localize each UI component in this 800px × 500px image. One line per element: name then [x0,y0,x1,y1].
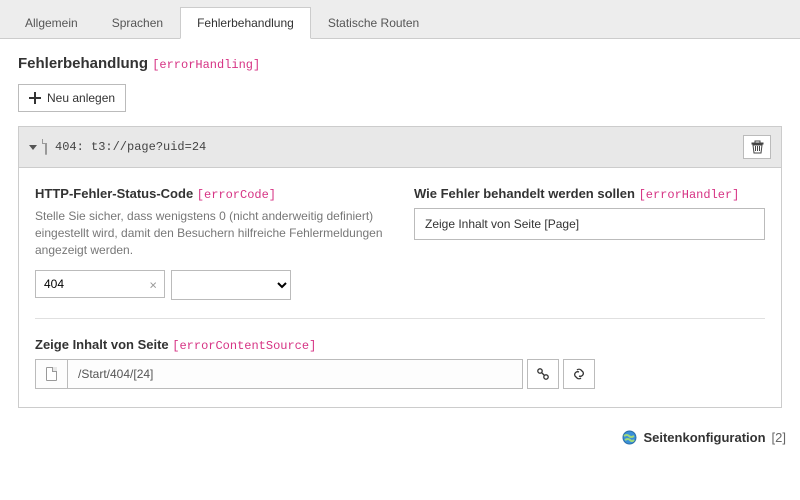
link-wizard-button[interactable] [527,359,559,389]
error-code-label-text: HTTP-Fehler-Status-Code [35,186,193,201]
error-handler-col: Wie Fehler behandelt werden sollen [erro… [414,186,765,300]
content-source-row [35,359,595,389]
tab-general[interactable]: Allgemein [8,7,95,39]
tab-languages[interactable]: Sprachen [95,7,180,39]
link-wizard-icon [536,367,550,381]
record-panel: 404: t3://page?uid=24 HTTP-Fehler-Status… [18,126,782,408]
error-handler-select[interactable]: Zeige Inhalt von Seite [Page] [414,208,765,240]
clear-input-icon[interactable]: × [149,278,157,293]
error-code-help: Stelle Sie sicher, dass wenigstens 0 (ni… [35,208,386,258]
error-code-col: HTTP-Fehler-Status-Code [errorCode] Stel… [35,186,386,300]
record-title: 404: t3://page?uid=24 [55,140,735,154]
section-title-tech: [errorHandling] [152,58,260,72]
error-handler-label-text: Wie Fehler behandelt werden sollen [414,186,635,201]
error-handler-value: Zeige Inhalt von Seite [Page] [425,217,579,231]
tab-static-routes[interactable]: Statische Routen [311,7,436,39]
plus-icon [29,92,41,104]
record-body: HTTP-Fehler-Status-Code [errorCode] Stel… [19,168,781,407]
error-handler-tech: [errorHandler] [639,188,740,202]
content-source-section: Zeige Inhalt von Seite [errorContentSour… [35,318,765,389]
content-source-type-icon-box [35,359,67,389]
footer: Seitenkonfiguration [2] [0,424,800,449]
tab-error-handling[interactable]: Fehlerbehandlung [180,7,311,39]
delete-button[interactable] [743,135,771,159]
section-title-text: Fehlerbehandlung [18,55,148,72]
link-button[interactable] [563,359,595,389]
error-handler-label: Wie Fehler behandelt werden sollen [erro… [414,186,765,202]
content-source-label: Zeige Inhalt von Seite [errorContentSour… [35,337,765,353]
error-code-tech: [errorCode] [197,188,276,202]
content-source-tech: [errorContentSource] [172,339,316,353]
globe-icon [622,430,637,445]
content-source-input[interactable] [67,359,523,389]
error-code-inputs: × [35,270,386,300]
trash-icon [751,140,764,154]
footer-count: [2] [772,430,786,445]
link-icon [572,367,586,381]
new-record-label: Neu anlegen [47,91,115,105]
section-title: Fehlerbehandlung [errorHandling] [18,55,782,72]
new-record-button[interactable]: Neu anlegen [18,84,126,112]
chevron-down-icon [29,145,37,150]
file-icon [46,367,57,381]
content-source-label-text: Zeige Inhalt von Seite [35,337,169,352]
fields-row: HTTP-Fehler-Status-Code [errorCode] Stel… [35,186,765,300]
error-code-input[interactable] [35,270,165,298]
tab-content: Fehlerbehandlung [errorHandling] Neu anl… [0,39,800,424]
error-code-input-wrap: × [35,270,165,300]
page-icon [45,140,47,154]
error-code-label: HTTP-Fehler-Status-Code [errorCode] [35,186,386,202]
tabs-bar: Allgemein Sprachen Fehlerbehandlung Stat… [0,0,800,39]
error-code-select[interactable] [171,270,291,300]
record-header[interactable]: 404: t3://page?uid=24 [19,127,781,168]
footer-label: Seitenkonfiguration [643,430,765,445]
